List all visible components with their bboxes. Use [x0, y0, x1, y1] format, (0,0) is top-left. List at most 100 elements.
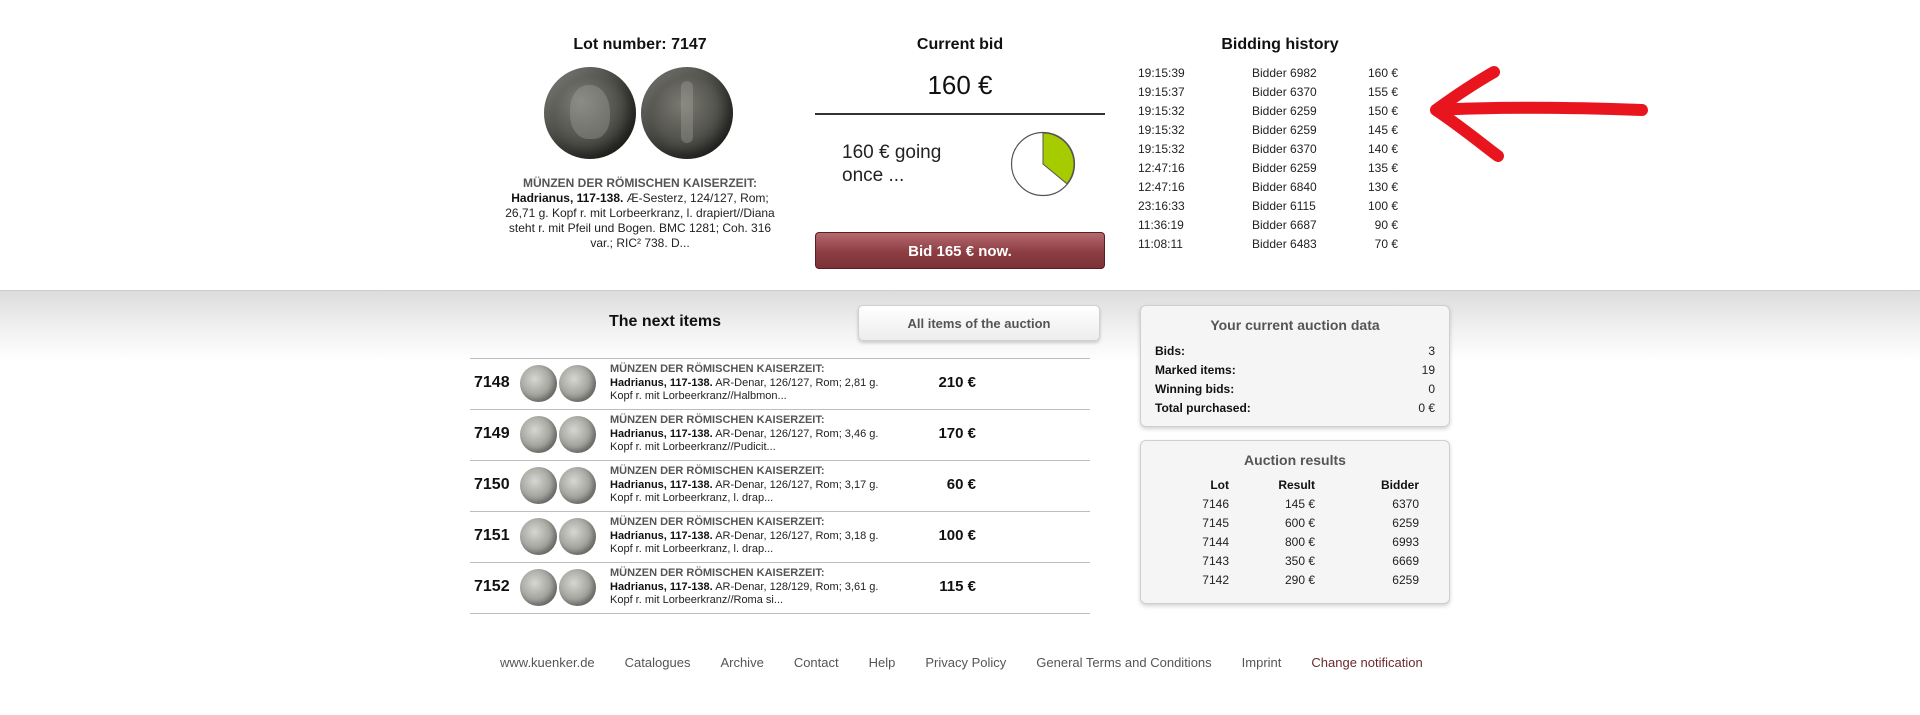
history-time: 19:15:39	[1138, 66, 1185, 80]
item-lot-number: 7150	[474, 476, 510, 493]
all-items-button[interactable]: All items of the auction	[858, 305, 1100, 341]
history-amount: 70 €	[1374, 237, 1398, 251]
history-time: 19:15:37	[1138, 85, 1185, 99]
history-row: 19:15:32 Bidder 6259 145 €	[1138, 121, 1418, 140]
auction-results-panel: Auction results Lot Result Bidder 7146 14…	[1140, 440, 1450, 604]
history-bidder: Bidder 6982	[1252, 66, 1317, 80]
history-row: 11:08:11 Bidder 6483 70 €	[1138, 235, 1418, 254]
item-ruler: Hadrianus, 117-138.	[610, 529, 713, 542]
history-bidder: Bidder 6483	[1252, 237, 1317, 251]
footer-link[interactable]: Help	[869, 655, 896, 670]
results-result: 290 €	[1284, 572, 1315, 587]
countdown-timer-icon	[1010, 131, 1076, 197]
results-header-lot: Lot	[1210, 477, 1229, 492]
history-time: 12:47:16	[1138, 180, 1185, 194]
auction-data-title: Your current auction data	[1210, 317, 1380, 333]
next-item-row[interactable]: 7152 MÜNZEN DER RÖMISCHEN KAISERZEIT: Hadr…	[470, 562, 1090, 614]
history-row: 12:47:16 Bidder 6259 135 €	[1138, 159, 1418, 178]
history-bidder: Bidder 6259	[1252, 161, 1317, 175]
coin-thumbnail-reverse	[559, 365, 596, 402]
results-row: 7145 600 € 6259	[1169, 513, 1419, 532]
next-item-row[interactable]: 7149 MÜNZEN DER RÖMISCHEN KAISERZEIT: Hadr…	[470, 409, 1090, 460]
results-header-result: Result	[1278, 477, 1315, 492]
footer-link[interactable]: General Terms and Conditions	[1036, 655, 1211, 670]
history-amount: 135 €	[1367, 161, 1398, 175]
figure-relief	[681, 81, 693, 143]
item-ruler: Hadrianus, 117-138.	[610, 376, 713, 389]
history-row: 12:47:16 Bidder 6840 130 €	[1138, 178, 1418, 197]
item-category: MÜNZEN DER RÖMISCHEN KAISERZEIT:	[610, 414, 825, 426]
results-lot: 7143	[1202, 553, 1229, 568]
item-ruler: Hadrianus, 117-138.	[610, 478, 713, 491]
history-time: 11:08:11	[1138, 237, 1183, 251]
footer-link[interactable]: Privacy Policy	[925, 655, 1006, 670]
next-item-row[interactable]: 7150 MÜNZEN DER RÖMISCHEN KAISERZEIT: Hadr…	[470, 460, 1090, 511]
history-bidder: Bidder 6370	[1252, 85, 1317, 99]
results-row: 7146 145 € 6370	[1169, 494, 1419, 513]
history-time: 19:15:32	[1138, 123, 1185, 137]
results-bidder: 6669	[1392, 553, 1419, 568]
results-row: 7144 800 € 6993	[1169, 532, 1419, 551]
auction-data-row: Bids: 3	[1141, 342, 1449, 361]
footer-link[interactable]: Change notification	[1311, 655, 1422, 670]
item-category: MÜNZEN DER RÖMISCHEN KAISERZEIT:	[610, 465, 825, 477]
item-category: MÜNZEN DER RÖMISCHEN KAISERZEIT:	[610, 516, 825, 528]
history-amount: 160 €	[1367, 66, 1398, 80]
auction-data-row: Winning bids: 0	[1141, 380, 1449, 399]
history-amount: 145 €	[1367, 123, 1398, 137]
history-time: 19:15:32	[1138, 104, 1185, 118]
item-lot-number: 7152	[474, 578, 510, 595]
footer-link[interactable]: www.kuenker.de	[500, 655, 595, 670]
history-amount: 140 €	[1367, 142, 1398, 156]
auction-data-value: 0	[1428, 382, 1435, 396]
footer-link[interactable]: Imprint	[1242, 655, 1282, 670]
item-lot-number: 7149	[474, 425, 510, 442]
auction-data-label: Bids:	[1155, 344, 1185, 358]
footer-link[interactable]: Archive	[720, 655, 763, 670]
coin-thumbnail-obverse	[520, 569, 557, 606]
bidding-history-list: 19:15:39 Bidder 6982 160 € 19:15:37 Bidder 6…	[1138, 64, 1418, 254]
coin-thumbnail-obverse	[520, 467, 557, 504]
next-items-list: 7148 MÜNZEN DER RÖMISCHEN KAISERZEIT: Hadr…	[470, 358, 1090, 614]
auction-data-value: 19	[1421, 363, 1435, 377]
next-item-row[interactable]: 7151 MÜNZEN DER RÖMISCHEN KAISERZEIT: Hadr…	[470, 511, 1090, 562]
history-amount: 90 €	[1374, 218, 1398, 232]
lot-ruler: Hadrianus, 117-138.	[511, 191, 624, 205]
history-bidder: Bidder 6259	[1252, 123, 1317, 137]
item-category: MÜNZEN DER RÖMISCHEN KAISERZEIT:	[610, 363, 825, 375]
results-lot: 7144	[1202, 534, 1229, 549]
auction-results-title: Auction results	[1244, 452, 1346, 468]
auction-data-panel: Your current auction data Bids: 3 Marked i…	[1140, 305, 1450, 427]
item-price: 60 €	[946, 476, 976, 493]
results-row: 7143 350 € 6669	[1169, 551, 1419, 570]
item-description: MÜNZEN DER RÖMISCHEN KAISERZEIT: Hadrianu…	[610, 516, 880, 557]
auction-data-value: 3	[1428, 344, 1435, 358]
results-row: 7142 290 € 6259	[1169, 570, 1419, 589]
lot-title: Lot number: 7147	[573, 36, 707, 53]
item-category: MÜNZEN DER RÖMISCHEN KAISERZEIT:	[610, 567, 825, 579]
history-time: 12:47:16	[1138, 161, 1185, 175]
results-result: 145 €	[1284, 496, 1315, 511]
next-item-row[interactable]: 7148 MÜNZEN DER RÖMISCHEN KAISERZEIT: Hadr…	[470, 358, 1090, 409]
results-result: 350 €	[1284, 553, 1315, 568]
footer-link[interactable]: Catalogues	[625, 655, 691, 670]
history-row: 19:15:32 Bidder 6370 140 €	[1138, 140, 1418, 159]
results-lot: 7146	[1202, 496, 1229, 511]
bid-status-text: 160 € going once ...	[842, 142, 942, 186]
results-result: 800 €	[1284, 534, 1315, 549]
auction-results-table: Lot Result Bidder 7146 145 € 6370 7145 600 €…	[1169, 475, 1419, 589]
item-description: MÜNZEN DER RÖMISCHEN KAISERZEIT: Hadrianu…	[610, 465, 880, 506]
red-arrow-annotation	[1430, 66, 1648, 162]
coin-thumbnail-obverse	[520, 365, 557, 402]
place-bid-button[interactable]: Bid 165 € now.	[815, 232, 1105, 269]
history-time: 11:36:19	[1138, 218, 1184, 232]
results-bidder: 6370	[1392, 496, 1419, 511]
history-bidder: Bidder 6115	[1252, 199, 1316, 213]
item-price: 210 €	[938, 374, 976, 391]
current-bid-amount: 160 €	[927, 70, 993, 100]
history-bidder: Bidder 6687	[1252, 218, 1317, 232]
footer-nav: www.kuenker.de Catalogues Archive Contact He…	[500, 655, 1440, 670]
footer-link[interactable]: Contact	[794, 655, 839, 670]
results-bidder: 6259	[1392, 515, 1419, 530]
history-amount: 150 €	[1367, 104, 1398, 118]
